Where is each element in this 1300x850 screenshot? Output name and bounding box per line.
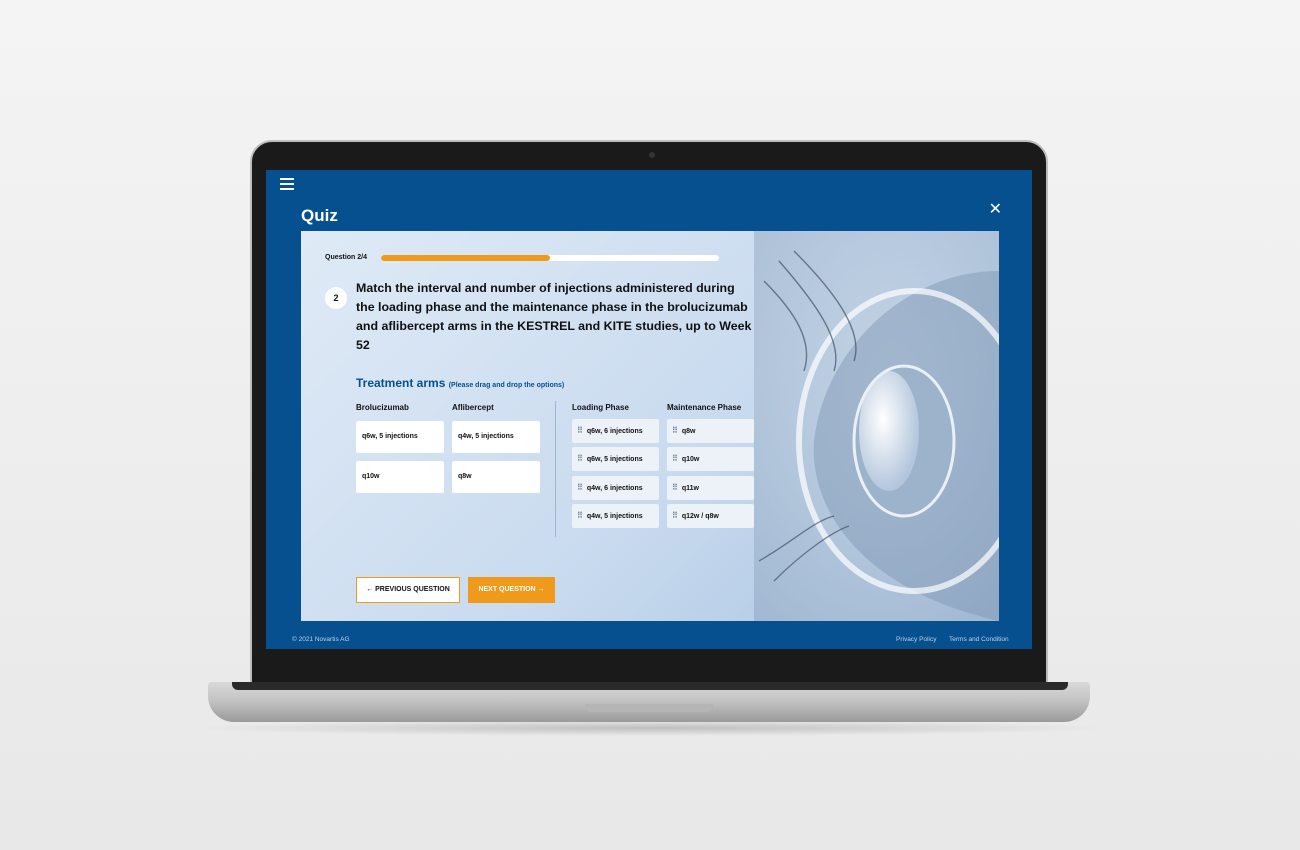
option-chip-maintenance[interactable]: ⠿ q10w <box>667 447 754 471</box>
option-chip-loading[interactable]: ⠿ q6w, 5 injections <box>572 447 659 471</box>
laptop-shadow <box>190 720 1110 736</box>
eye-illustration <box>754 231 999 621</box>
drag-handle-icon: ⠿ <box>672 511 678 520</box>
option-chip-loading[interactable]: ⠿ q4w, 6 injections <box>572 476 659 500</box>
previous-question-button[interactable]: ← PREVIOUS QUESTION <box>356 577 460 603</box>
column-header-brolucizumab: Brolucizumab <box>356 403 409 412</box>
drag-handle-icon: ⠿ <box>577 483 583 492</box>
question-text: Match the interval and number of injecti… <box>356 281 752 352</box>
section-title: Treatment arms <box>356 376 446 390</box>
screen: Quiz ✕ Question 2/4 2 Match the interval… <box>266 170 1032 649</box>
hamburger-icon[interactable] <box>280 178 294 190</box>
progress-bar-fill <box>381 255 550 261</box>
option-chip-loading[interactable]: ⠿ q4w, 5 injections <box>572 504 659 528</box>
drop-box-brolucizumab-loading[interactable]: q6w, 5 injections <box>356 421 444 453</box>
laptop-hinge <box>232 682 1068 690</box>
next-question-button[interactable]: NEXT QUESTION → <box>468 577 555 603</box>
column-header-maintenance: Maintenance Phase <box>667 403 742 412</box>
laptop-notch <box>585 704 713 712</box>
terms-link[interactable]: Terms and Condition <box>949 636 1009 643</box>
drop-box-aflibercept-loading[interactable]: q4w, 5 injections <box>452 421 540 453</box>
option-chip-loading[interactable]: ⠿ q6w, 6 injections <box>572 419 659 443</box>
drop-box-aflibercept-maintenance[interactable]: q8w <box>452 461 540 493</box>
drag-handle-icon: ⠿ <box>672 483 678 492</box>
option-chip-maintenance[interactable]: ⠿ q12w / q8w <box>667 504 754 528</box>
copyright: © 2021 Novartis AG <box>292 636 350 643</box>
drag-handle-icon: ⠿ <box>577 511 583 520</box>
progress-label: Question 2/4 <box>325 254 368 261</box>
drop-box-brolucizumab-maintenance[interactable]: q10w <box>356 461 444 493</box>
progress-bar <box>381 255 719 261</box>
quiz-panel: Question 2/4 2 Match the interval and nu… <box>301 231 999 621</box>
drag-handle-icon: ⠿ <box>672 426 678 435</box>
close-icon[interactable]: ✕ <box>989 202 1002 218</box>
drag-handle-icon: ⠿ <box>672 454 678 463</box>
webcam <box>649 152 655 158</box>
drag-hint: (Please drag and drop the options) <box>448 382 565 389</box>
divider <box>555 401 556 537</box>
drag-handle-icon: ⠿ <box>577 426 583 435</box>
section-heading: Treatment arms (Please drag and drop the… <box>356 376 564 390</box>
column-header-loading: Loading Phase <box>572 403 629 412</box>
page-title: Quiz <box>301 206 338 225</box>
option-chip-maintenance[interactable]: ⠿ q11w <box>667 476 754 500</box>
column-header-aflibercept: Aflibercept <box>452 403 494 412</box>
option-chip-maintenance[interactable]: ⠿ q8w <box>667 419 754 443</box>
question-number: 2 <box>325 287 347 309</box>
drag-handle-icon: ⠿ <box>577 454 583 463</box>
privacy-policy-link[interactable]: Privacy Policy <box>896 636 936 643</box>
